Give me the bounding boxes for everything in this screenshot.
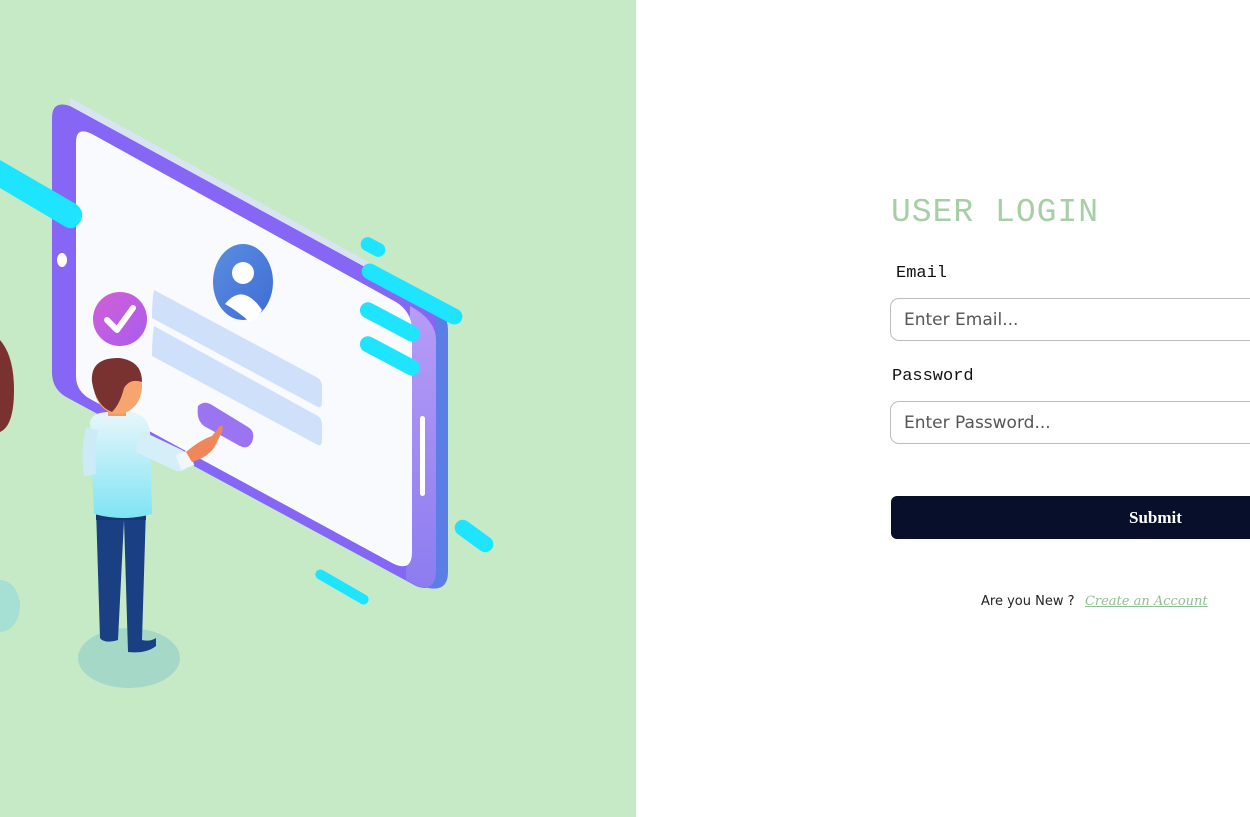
home-bar xyxy=(420,416,425,496)
check-badge-icon xyxy=(93,292,147,346)
create-account-link[interactable]: Create an Account xyxy=(1085,594,1208,609)
login-panel: USER LOGIN Email Password Submit Are you… xyxy=(636,0,1250,817)
password-input[interactable] xyxy=(890,401,1250,444)
login-title: USER LOGIN xyxy=(891,194,1100,231)
email-input[interactable] xyxy=(890,298,1250,341)
email-label: Email xyxy=(896,264,948,283)
submit-button[interactable]: Submit xyxy=(891,496,1250,539)
partial-figure xyxy=(0,340,14,432)
left-shadow xyxy=(0,580,20,632)
illustration-panel xyxy=(0,0,636,817)
camera-dot xyxy=(57,253,67,267)
login-illustration xyxy=(0,98,494,688)
password-label: Password xyxy=(892,367,974,386)
signup-question: Are you New ? xyxy=(981,594,1075,609)
signup-row: Are you New ? Create an Account xyxy=(981,592,1208,610)
